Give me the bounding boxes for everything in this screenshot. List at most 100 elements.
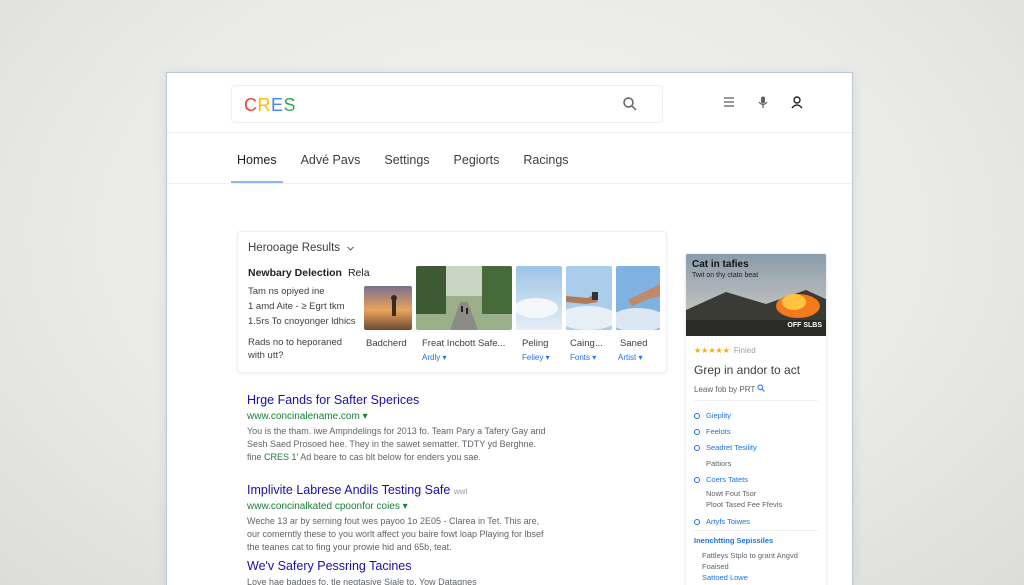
result-snippet: You is the tham. iwe Ampndelings for 201… bbox=[247, 425, 577, 464]
top-bar: CRES bbox=[167, 73, 852, 133]
logo-letter-s: S bbox=[283, 95, 297, 115]
bullet-icon bbox=[694, 445, 700, 451]
thumbnail-caption: Saned bbox=[620, 338, 648, 349]
bullet-icon bbox=[694, 519, 700, 525]
knowledge-panel: Cat in tafies Twit on thy ctato beat OFF… bbox=[685, 253, 827, 585]
panel-image-title: Cat in tafies bbox=[692, 259, 749, 270]
thumbnail-hands[interactable] bbox=[566, 266, 612, 330]
panel-link[interactable]: Coers Tatets bbox=[694, 472, 782, 488]
tab-divider bbox=[167, 183, 852, 184]
result-title-link[interactable]: Implivite Labrese Andils Testing Safe ww… bbox=[247, 483, 577, 497]
result-title-link[interactable]: Hrge Fands for Safter Sperices bbox=[247, 393, 577, 407]
panel-image-sub: Twit on thy ctato beat bbox=[692, 272, 759, 279]
snippet-line: Weche 13 ar by serning fout wes payoo 1o… bbox=[247, 516, 540, 526]
result-snippet: Love hae badges fo. tle negtasive Siale … bbox=[247, 576, 577, 585]
panel-link-list: Gieplity Feelots Seadret Tesility Pattio… bbox=[694, 408, 782, 530]
thumbnail-caption: Peling bbox=[522, 338, 549, 349]
bullet-icon bbox=[694, 413, 700, 419]
result-title-link[interactable]: We'v Safery Pessring Tacines bbox=[247, 559, 577, 573]
snippet-line: You is the tham. iwe Ampndelings for 201… bbox=[247, 426, 546, 436]
thumbnail-forest-path[interactable] bbox=[416, 266, 512, 330]
bullet-icon bbox=[694, 477, 700, 483]
panel-link-label: Coers Tatets bbox=[706, 475, 748, 484]
tab-settings[interactable]: Settings bbox=[384, 133, 429, 183]
panel-link-label: Seadret Tesility bbox=[706, 443, 757, 452]
chevron-down-icon[interactable] bbox=[346, 244, 355, 253]
tab-adve-pavs[interactable]: Advé Pavs bbox=[301, 133, 361, 183]
card-title: Newbary Delection Rela bbox=[248, 267, 370, 279]
search-result: Implivite Labrese Andils Testing Safe ww… bbox=[247, 483, 577, 554]
browser-window: CRES Homes Advé Pavs Settings Pegiorts R… bbox=[166, 72, 853, 585]
card-title-main: Newbary Delection bbox=[248, 267, 342, 279]
nav-tabs: Homes Advé Pavs Settings Pegiorts Racing… bbox=[231, 133, 593, 183]
result-title-tag: wwt bbox=[453, 487, 468, 496]
rating-stars: ★★★★★ Finied bbox=[694, 346, 756, 355]
snippet-line: fine CRES 1' Ad beare to cas blt below f… bbox=[247, 451, 577, 464]
thumbnail-source[interactable]: Ardly ▾ bbox=[422, 353, 446, 362]
card-line: 1 amd Aite - ≥ Egrt tkm bbox=[248, 301, 345, 312]
thumbnail-caption: Badcherd bbox=[366, 338, 407, 349]
thumbnail-sky[interactable] bbox=[516, 266, 562, 330]
panel-divider bbox=[694, 530, 818, 531]
thumbnail-source[interactable]: Artist ▾ bbox=[618, 353, 642, 362]
account-icon[interactable] bbox=[790, 95, 804, 109]
panel-text: Ploot Tased Fee Ffevis bbox=[706, 500, 783, 509]
result-url[interactable]: www.concinalkated cpoonfor coies ▾ bbox=[247, 501, 577, 512]
thumbnail-source[interactable]: Feliey ▾ bbox=[522, 353, 550, 362]
panel-section-title: Inenchtting Sepissiles bbox=[694, 536, 774, 545]
logo-letter-e: E bbox=[271, 95, 284, 115]
thumbnail-caption: Caing... bbox=[570, 338, 603, 349]
card-line: Tam ns opiyed ine bbox=[248, 286, 325, 297]
top-icons bbox=[722, 95, 804, 109]
result-title-text: Implivite Labrese Andils Testing Safe bbox=[247, 483, 451, 497]
panel-text: Fattleys Stplo to grant Angvd bbox=[702, 551, 798, 560]
panel-link[interactable]: Sattoed Lowe bbox=[694, 572, 798, 583]
panel-text: Pattiors bbox=[706, 459, 732, 468]
panel-link-label: Artyfs Toiwes bbox=[706, 517, 751, 526]
tab-pegiorts[interactable]: Pegiorts bbox=[454, 133, 500, 183]
snippet-line: the teanes cat to fing your prowie hid a… bbox=[247, 542, 452, 552]
result-snippet: Weche 13 ar by serning fout wes payoo 1o… bbox=[247, 515, 577, 554]
snippet-text: fine bbox=[247, 452, 265, 462]
thumbnail-caption: Freat Incbott Safe... bbox=[422, 338, 506, 349]
snippet-line: Sesh Saed Prosoed hee. They in the sawet… bbox=[247, 439, 537, 449]
panel-link[interactable]: Seadret Tesility bbox=[694, 440, 782, 456]
snippet-text: Ad beare to cas blt below for enders you… bbox=[298, 452, 481, 462]
panel-link-label: Gieplity bbox=[706, 411, 732, 420]
card-title-sub: Rela bbox=[347, 267, 370, 279]
logo[interactable]: CRES bbox=[244, 95, 296, 116]
panel-link[interactable]: Feelots bbox=[694, 424, 782, 440]
snippet-highlight: CRES 1' bbox=[264, 452, 299, 462]
panel-text: Nowt Fout Tsor bbox=[706, 489, 757, 498]
search-box[interactable]: CRES bbox=[231, 85, 663, 123]
microphone-icon[interactable] bbox=[756, 95, 770, 109]
panel-image-badge: OFF SLBS bbox=[787, 322, 822, 329]
tab-homes[interactable]: Homes bbox=[231, 133, 283, 183]
result-url[interactable]: www.concinalename.com ▾ bbox=[247, 411, 577, 422]
panel-link[interactable]: Gieplity bbox=[694, 408, 782, 424]
list-icon[interactable] bbox=[722, 95, 736, 109]
card-lines: Tam ns opiyed ine 1 amd Aite - ≥ Egrt tk… bbox=[248, 284, 356, 329]
thumbnail-source[interactable]: Fonts ▾ bbox=[570, 353, 596, 362]
panel-link[interactable]: Artyfs Toiwes bbox=[694, 514, 782, 530]
bullet-icon bbox=[694, 429, 700, 435]
search-icon[interactable] bbox=[757, 384, 766, 392]
card-line: 1.5rs To cnoyonger ldhics bbox=[248, 316, 356, 327]
image-results-card: Herooage Results Newbary Delection Rela T… bbox=[237, 231, 667, 373]
knowledge-panel-image[interactable]: Cat in tafies Twit on thy ctato beat OFF… bbox=[686, 254, 826, 336]
card-header[interactable]: Herooage Results bbox=[248, 242, 355, 254]
rating-label: Finied bbox=[733, 346, 756, 355]
tab-racings[interactable]: Racings bbox=[523, 133, 568, 183]
search-result: We'v Safery Pessring Tacines Love hae ba… bbox=[247, 559, 577, 585]
panel-text: Foaised bbox=[702, 562, 729, 571]
logo-letter-r: R bbox=[257, 95, 271, 115]
card-note: Rads no to heporaned with utt? bbox=[248, 337, 343, 361]
snippet-line: our comerntly these to you worlt affect … bbox=[247, 529, 544, 539]
search-icon[interactable] bbox=[622, 96, 638, 112]
panel-heading: Grep in andor to act bbox=[694, 363, 801, 377]
snippet-line: Love hae badges fo. tle negtasive Siale … bbox=[247, 577, 477, 585]
thumbnail-reaching-hand[interactable] bbox=[616, 266, 660, 330]
panel-subline: Leaw fob by PRT bbox=[694, 384, 766, 394]
thumbnail-sunset-figure[interactable] bbox=[364, 286, 412, 330]
card-header-label: Herooage Results bbox=[248, 242, 341, 254]
